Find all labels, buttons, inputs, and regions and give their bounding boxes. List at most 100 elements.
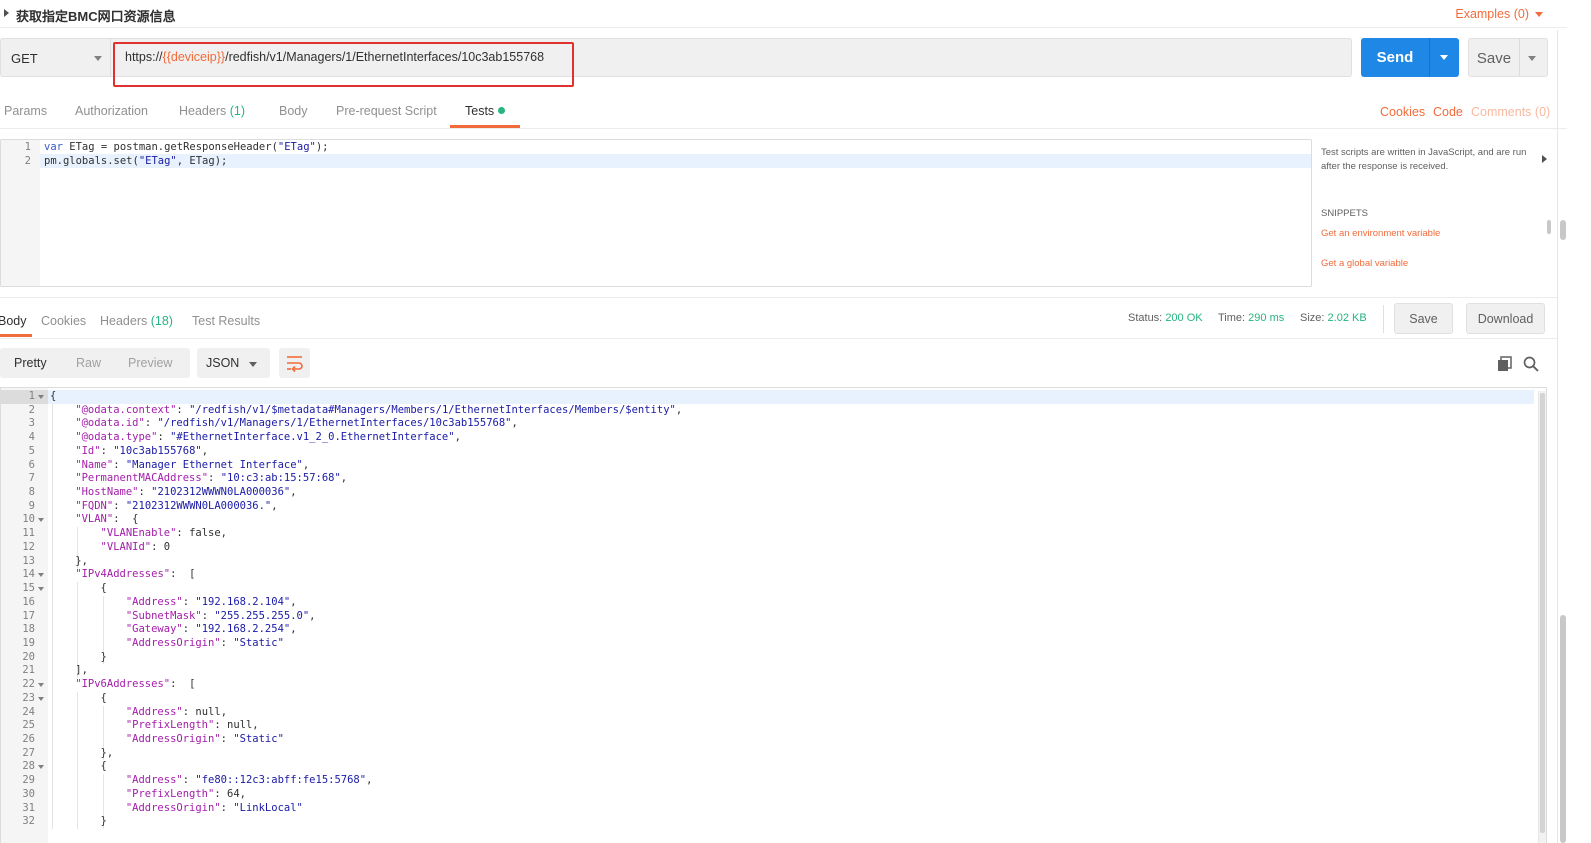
response-toolbar-divider — [0, 338, 1557, 339]
body-scrollbar-thumb[interactable] — [1540, 393, 1545, 833]
json-line: "VLAN": { — [75, 513, 138, 525]
response-tab-cookies[interactable]: Cookies — [41, 314, 86, 328]
json-punctuation: , — [271, 499, 278, 512]
line-number: 26 — [22, 733, 35, 745]
wrap-lines-button[interactable] — [279, 348, 310, 378]
page-scrollbar-thumb-top[interactable] — [1560, 220, 1566, 240]
json-key: "SubnetMask" — [125, 609, 202, 622]
view-pretty[interactable]: Pretty — [14, 356, 47, 370]
chevron-down-icon[interactable] — [1535, 12, 1543, 17]
expand-caret-icon[interactable] — [4, 9, 9, 17]
time-value: 290 ms — [1248, 312, 1285, 324]
tab-headers[interactable]: Headers (1) — [179, 104, 245, 118]
json-line: "IPv4Addresses": [ — [75, 568, 195, 580]
request-name[interactable]: 获取指定BMC网口资源信息 — [16, 6, 176, 25]
page-scrollbar[interactable] — [1560, 220, 1566, 843]
snippets-scrollbar[interactable] — [1547, 220, 1551, 234]
collapse-panel-arrow-icon[interactable] — [1542, 155, 1547, 163]
save-request-button[interactable]: Save — [1468, 38, 1548, 77]
json-punctuation: , — [252, 719, 259, 732]
search-icon[interactable] — [1522, 355, 1540, 373]
tab-tests[interactable]: Tests — [465, 104, 506, 118]
json-value: null — [227, 719, 253, 732]
page-scrollbar-thumb[interactable] — [1560, 615, 1566, 843]
fold-toggle-icon[interactable] — [38, 587, 44, 592]
json-line: { — [101, 692, 107, 704]
url-path: /redfish/v1/Managers/1/EthernetInterface… — [225, 50, 545, 64]
fold-toggle-icon[interactable] — [38, 683, 44, 688]
response-active-tab-indicator — [0, 334, 32, 337]
response-tab-body[interactable]: Body — [0, 314, 27, 328]
size-value: 2.02 KB — [1327, 312, 1367, 324]
format-label: JSON — [206, 356, 240, 370]
json-colon: : — [170, 678, 183, 691]
response-tab-headers[interactable]: Headers (18) — [100, 314, 173, 328]
json-punctuation: { — [100, 691, 107, 704]
json-punctuation: { — [125, 513, 139, 526]
send-button[interactable]: Send — [1361, 38, 1459, 77]
json-key: "@odata.type" — [75, 431, 158, 444]
json-punctuation: [ — [182, 678, 196, 691]
response-headers-count: (18) — [150, 314, 173, 328]
line-number: 32 — [22, 815, 35, 828]
json-key: "PrefixLength" — [125, 719, 215, 732]
response-body-viewer[interactable]: 1 {2 "@odata.context": "/redfish/v1/$metad… — [0, 387, 1547, 843]
current-line-highlight — [40, 154, 1311, 168]
send-options-chevron-icon[interactable] — [1440, 55, 1448, 60]
json-colon: : — [176, 403, 190, 416]
method-select[interactable]: GET — [1, 39, 111, 76]
chevron-down-icon — [94, 56, 102, 61]
json-value: "Static" — [233, 636, 284, 649]
code-link[interactable]: Code — [1433, 105, 1463, 119]
tab-pre-request-script[interactable]: Pre-request Script — [336, 104, 437, 118]
line-number: 21 — [22, 664, 35, 677]
line-number: 31 — [22, 801, 35, 814]
response-tab-test-results[interactable]: Test Results — [192, 314, 260, 328]
active-line-highlight — [48, 390, 1534, 404]
fold-toggle-icon[interactable] — [38, 696, 44, 701]
json-punctuation: } — [100, 815, 107, 828]
json-line: "Address": null, — [126, 706, 227, 718]
fold-toggle-icon[interactable] — [38, 518, 44, 523]
json-punctuation: ], — [75, 664, 88, 677]
json-punctuation: { — [100, 582, 107, 595]
tests-script-editor[interactable]: 1 var ETag = postman.getResponseHeader("E… — [0, 139, 1312, 287]
save-label: Save — [1476, 50, 1512, 67]
format-select[interactable]: JSON — [197, 348, 270, 378]
response-status-divider — [1383, 305, 1384, 333]
tests-help-text: Test scripts are written in JavaScript, … — [1321, 147, 1527, 172]
json-line: "AddressOrigin": "LinkLocal" — [126, 802, 303, 814]
json-line: { — [101, 760, 107, 772]
line-number: 4 — [28, 431, 35, 444]
json-line: "Address": "192.168.2.104", — [126, 596, 297, 608]
tab-body[interactable]: Body — [279, 104, 308, 118]
json-value: 0 — [163, 540, 171, 553]
json-line: "@odata.type": "#EthernetInterface.v1_2_… — [75, 431, 461, 443]
comments-link[interactable]: Comments (0) — [1471, 105, 1550, 119]
json-punctuation: , — [239, 787, 246, 800]
code-token: ETag = postman.getResponseHeader( — [62, 141, 278, 153]
copy-icon[interactable] — [1496, 355, 1514, 373]
json-colon: : — [208, 472, 221, 485]
body-scrollbar[interactable] — [1538, 391, 1546, 843]
view-preview[interactable]: Preview — [128, 356, 172, 370]
fold-toggle-icon[interactable] — [38, 765, 44, 770]
code-token: ); — [315, 141, 329, 153]
fold-toggle-icon[interactable] — [38, 395, 44, 399]
response-headers-label: Headers — [100, 314, 148, 328]
save-options-chevron-icon[interactable] — [1528, 56, 1536, 61]
snippet-get-global-variable[interactable]: Get a global variable — [1321, 258, 1408, 269]
line-number: 17 — [22, 609, 35, 622]
download-response-button[interactable]: Download — [1466, 303, 1545, 334]
save-response-button[interactable]: Save — [1394, 303, 1453, 334]
examples-dropdown[interactable]: Examples (0) — [1455, 7, 1529, 21]
json-colon: : — [220, 636, 234, 649]
fold-toggle-icon[interactable] — [38, 573, 44, 578]
tab-authorization[interactable]: Authorization — [75, 104, 148, 118]
tab-tests-label: Tests — [465, 104, 495, 118]
cookies-link[interactable]: Cookies — [1380, 105, 1425, 119]
snippet-get-environment-variable[interactable]: Get an environment variable — [1321, 228, 1440, 239]
view-raw[interactable]: Raw — [76, 356, 101, 370]
tab-params[interactable]: Params — [4, 104, 47, 118]
url-input[interactable]: https://{{deviceip}}/redfish/v1/Managers… — [125, 50, 544, 64]
